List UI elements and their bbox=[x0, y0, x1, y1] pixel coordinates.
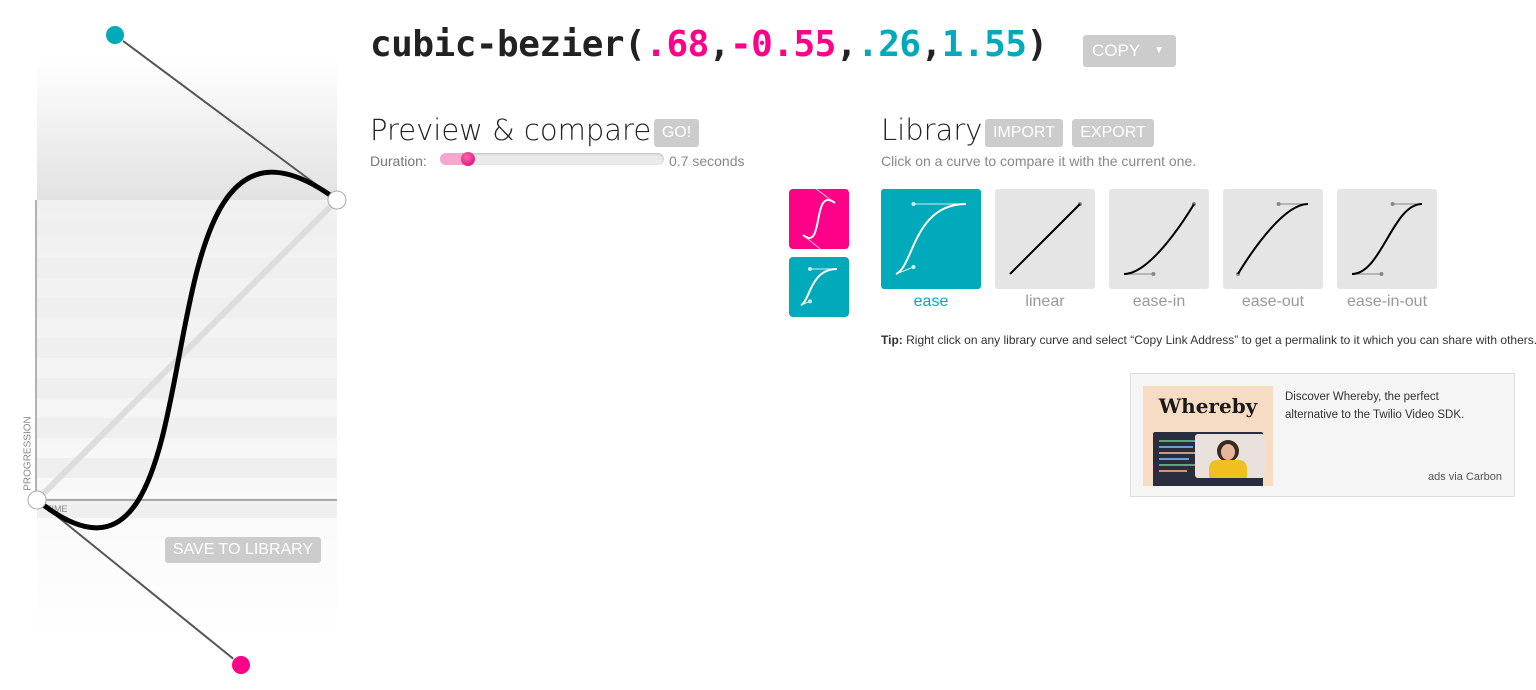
library-item-label: linear bbox=[1025, 293, 1065, 310]
ease-curve-icon bbox=[895, 202, 967, 275]
caret-down-icon: ▼ bbox=[1154, 45, 1164, 56]
control-point-2-handle[interactable] bbox=[105, 25, 125, 45]
formula-suffix: ) bbox=[1026, 24, 1048, 65]
start-point bbox=[27, 490, 47, 510]
ease-in-out-curve-icon bbox=[1351, 202, 1423, 276]
compare-current-curve[interactable] bbox=[789, 183, 849, 255]
ad-via-link[interactable]: ads via Carbon bbox=[1428, 471, 1502, 483]
handle-1-line bbox=[36, 499, 242, 666]
export-button[interactable]: EXPORT bbox=[1072, 119, 1154, 147]
curve-path bbox=[1123, 203, 1195, 275]
curve-path bbox=[895, 203, 967, 275]
bezier-formula: cubic-bezier(.68,-0.55,.26,1.55) bbox=[370, 24, 1048, 65]
curve-path bbox=[1009, 203, 1081, 275]
preview-title: Preview & compare bbox=[370, 113, 652, 147]
library-item-label: ease-in bbox=[1132, 293, 1186, 310]
formula-y1: -0.55 bbox=[729, 24, 836, 65]
end-point bbox=[327, 190, 347, 210]
handle-2-line bbox=[114, 34, 338, 201]
formula-prefix: cubic-bezier( bbox=[370, 24, 646, 65]
handle-dot bbox=[1390, 202, 1395, 206]
bezier-plot[interactable] bbox=[0, 0, 360, 690]
library-item-linear[interactable]: linear bbox=[995, 189, 1095, 311]
curve-path bbox=[1351, 203, 1423, 275]
library-item-ease[interactable]: ease bbox=[881, 189, 981, 311]
library-item-label: ease-in-out bbox=[1346, 293, 1428, 310]
curve-path bbox=[800, 268, 838, 306]
ad-video-frame bbox=[1195, 434, 1265, 478]
handle-dot bbox=[1276, 202, 1281, 206]
import-button[interactable]: IMPORT bbox=[985, 119, 1063, 147]
formula-sep: , bbox=[708, 24, 731, 65]
copy-button[interactable]: COPY ▼ bbox=[1083, 35, 1176, 67]
library-item-ease-out[interactable]: ease-out bbox=[1223, 189, 1323, 311]
library-hint: Click on a curve to compare it with the … bbox=[881, 153, 1197, 169]
formula-x2: .26 bbox=[857, 24, 921, 65]
duration-value: 0.7 seconds bbox=[669, 153, 745, 169]
curve-editor[interactable]: PROGRESSION TIME SAVE TO LIBRARY bbox=[0, 0, 360, 690]
formula-y2: 1.55 bbox=[941, 24, 1027, 65]
library-item-label: ease-out bbox=[1241, 293, 1305, 310]
ad-image[interactable]: Whereby bbox=[1143, 386, 1273, 486]
compare-library-curve[interactable] bbox=[789, 257, 849, 317]
tip-label: Tip: bbox=[881, 333, 903, 347]
library-item-label: ease bbox=[913, 293, 949, 310]
go-button[interactable]: GO! bbox=[654, 119, 699, 147]
carbon-ad[interactable]: Whereby Discover Whereby, the perfect al… bbox=[1130, 373, 1515, 497]
formula-x1: .68 bbox=[645, 24, 709, 65]
handle-dot bbox=[1379, 272, 1384, 276]
save-to-library-button[interactable]: SAVE TO LIBRARY bbox=[165, 537, 321, 563]
handle-dot bbox=[911, 202, 916, 206]
library-title: Library bbox=[881, 113, 983, 147]
current-curve-icon bbox=[802, 183, 836, 255]
copy-button-label: COPY bbox=[1092, 41, 1141, 60]
linear-curve-icon bbox=[1009, 202, 1082, 275]
handle-dot bbox=[911, 265, 916, 269]
formula-sep: , bbox=[835, 24, 858, 65]
library-item-ease-in[interactable]: ease-in bbox=[1109, 189, 1209, 311]
handle-dot bbox=[808, 299, 812, 304]
linear-reference-line bbox=[34, 197, 340, 503]
ease-out-curve-icon bbox=[1236, 202, 1309, 276]
curve-path bbox=[1237, 203, 1309, 275]
ad-brand-logo: Whereby bbox=[1158, 394, 1258, 418]
ease-curve-icon bbox=[800, 267, 838, 306]
handle-dot bbox=[808, 267, 812, 271]
duration-label: Duration: bbox=[370, 153, 427, 169]
ad-description[interactable]: Discover Whereby, the perfect alternativ… bbox=[1285, 388, 1485, 424]
control-point-1-handle[interactable] bbox=[231, 655, 251, 675]
tip-body: Right click on any library curve and sel… bbox=[906, 333, 1536, 347]
curve-path bbox=[802, 199, 836, 239]
tip-text: Tip: Right click on any library curve an… bbox=[881, 333, 1536, 347]
duration-slider-handle[interactable] bbox=[461, 152, 475, 166]
ease-in-curve-icon bbox=[1123, 202, 1196, 276]
formula-sep: , bbox=[920, 24, 943, 65]
handle-dot bbox=[1151, 272, 1156, 276]
library-item-ease-in-out[interactable]: ease-in-out bbox=[1337, 189, 1437, 311]
